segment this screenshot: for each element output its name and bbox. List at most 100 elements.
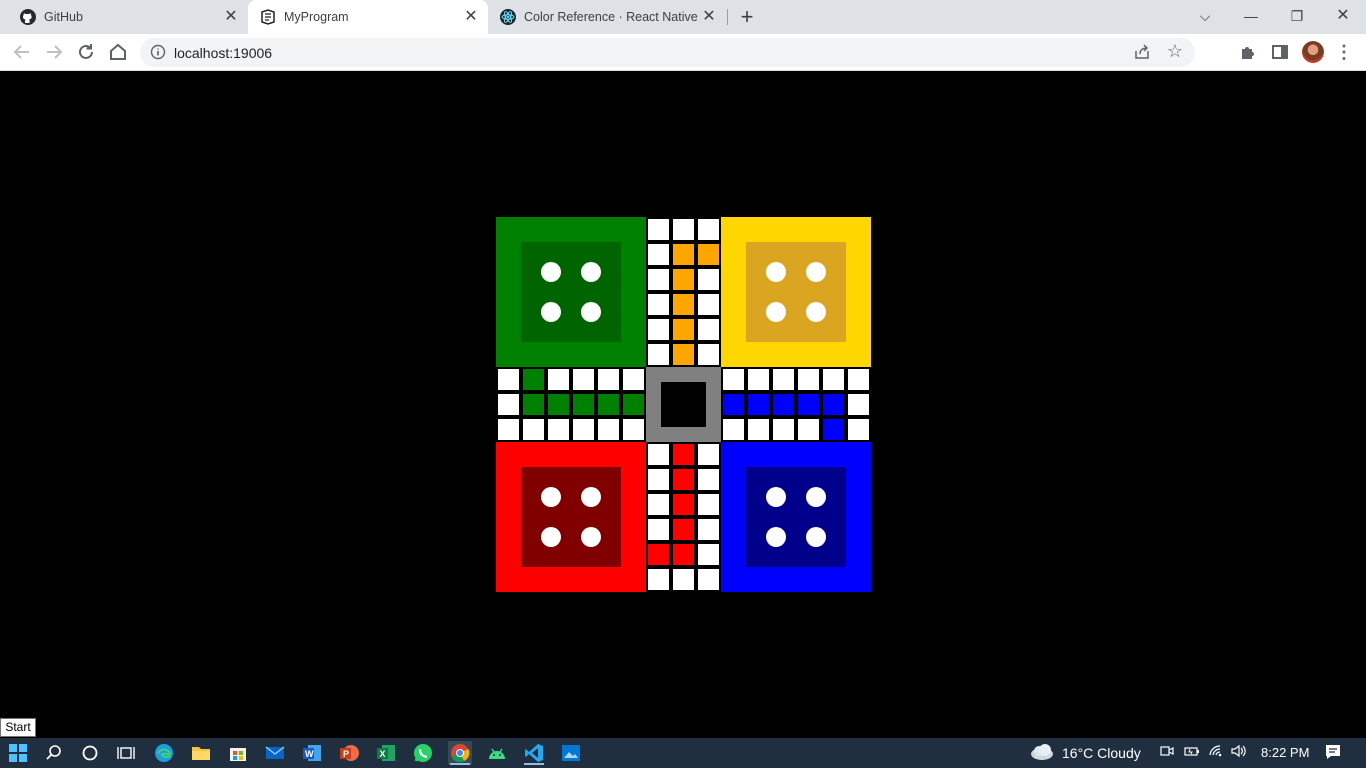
restore-button[interactable]: ❐: [1286, 5, 1308, 27]
close-tab-icon[interactable]: ✕: [462, 8, 480, 26]
excel-icon[interactable]: X: [374, 741, 398, 765]
token[interactable]: [581, 527, 601, 547]
board-cell[interactable]: [823, 394, 844, 415]
board-cell[interactable]: [623, 394, 644, 415]
board-cell[interactable]: [623, 419, 644, 440]
board-cell[interactable]: [773, 369, 794, 390]
token[interactable]: [766, 487, 786, 507]
file-explorer-icon[interactable]: [189, 741, 213, 765]
board-cell[interactable]: [798, 369, 819, 390]
token[interactable]: [541, 262, 561, 282]
powerpoint-icon[interactable]: P: [337, 741, 361, 765]
board-cell[interactable]: [698, 469, 719, 490]
board-cell[interactable]: [548, 419, 569, 440]
token[interactable]: [766, 262, 786, 282]
board-cell[interactable]: [523, 394, 544, 415]
volume-icon[interactable]: [1230, 744, 1248, 761]
wifi-icon[interactable]: [1208, 744, 1224, 761]
board-cell[interactable]: [648, 244, 669, 265]
edge-icon[interactable]: [152, 741, 176, 765]
board-cell[interactable]: [498, 369, 519, 390]
notification-center-icon[interactable]: [1324, 743, 1342, 764]
board-cell[interactable]: [673, 444, 694, 465]
board-cell[interactable]: [698, 519, 719, 540]
board-cell[interactable]: [573, 394, 594, 415]
token[interactable]: [766, 302, 786, 322]
board-cell[interactable]: [648, 269, 669, 290]
board-cell[interactable]: [698, 444, 719, 465]
reload-button[interactable]: [74, 40, 98, 64]
board-cell[interactable]: [823, 369, 844, 390]
board-cell[interactable]: [698, 294, 719, 315]
weather-text[interactable]: 16°C Cloudy: [1062, 745, 1141, 761]
cortana-icon[interactable]: [78, 741, 102, 765]
board-cell[interactable]: [648, 319, 669, 340]
board-cell[interactable]: [698, 219, 719, 240]
token[interactable]: [806, 527, 826, 547]
board-cell[interactable]: [698, 244, 719, 265]
microsoft-store-icon[interactable]: [226, 741, 250, 765]
board-cell[interactable]: [748, 369, 769, 390]
board-cell[interactable]: [523, 369, 544, 390]
board-cell[interactable]: [698, 544, 719, 565]
token[interactable]: [806, 302, 826, 322]
board-cell[interactable]: [573, 419, 594, 440]
board-cell[interactable]: [648, 294, 669, 315]
tab-color-reference[interactable]: Color Reference · React Native ✕: [488, 0, 728, 34]
search-icon[interactable]: [42, 741, 66, 765]
board-cell[interactable]: [723, 419, 744, 440]
share-icon[interactable]: [1133, 43, 1151, 61]
token[interactable]: [541, 487, 561, 507]
board-cell[interactable]: [648, 344, 669, 365]
board-cell[interactable]: [673, 319, 694, 340]
token[interactable]: [806, 487, 826, 507]
cloudy-weather-icon[interactable]: [1028, 742, 1056, 765]
board-cell[interactable]: [673, 569, 694, 590]
windows-start-icon[interactable]: [6, 741, 30, 765]
board-cell[interactable]: [673, 344, 694, 365]
board-cell[interactable]: [823, 419, 844, 440]
board-cell[interactable]: [523, 419, 544, 440]
token[interactable]: [541, 527, 561, 547]
board-cell[interactable]: [698, 344, 719, 365]
menu-button[interactable]: ⋮: [1332, 40, 1356, 64]
token[interactable]: [766, 527, 786, 547]
board-cell[interactable]: [648, 219, 669, 240]
board-cell[interactable]: [673, 544, 694, 565]
board-cell[interactable]: [698, 569, 719, 590]
board-cell[interactable]: [598, 394, 619, 415]
battery-icon[interactable]: [1184, 744, 1200, 761]
meet-now-icon[interactable]: [1160, 744, 1174, 761]
minimize-button[interactable]: —: [1240, 5, 1262, 27]
board-cell[interactable]: [648, 544, 669, 565]
board-cell[interactable]: [498, 394, 519, 415]
board-cell[interactable]: [848, 394, 869, 415]
extensions-button[interactable]: [1236, 40, 1260, 64]
forward-button[interactable]: [42, 40, 66, 64]
board-cell[interactable]: [673, 269, 694, 290]
board-cell[interactable]: [673, 469, 694, 490]
board-cell[interactable]: [498, 419, 519, 440]
profile-avatar[interactable]: [1302, 41, 1324, 63]
tab-search-icon[interactable]: ⌵: [1194, 5, 1216, 27]
board-cell[interactable]: [673, 219, 694, 240]
tab-myprogram[interactable]: MyProgram ✕: [248, 0, 488, 34]
address-bar[interactable]: localhost:19006 ☆: [140, 38, 1195, 67]
board-cell[interactable]: [598, 369, 619, 390]
whatsapp-icon[interactable]: [411, 741, 435, 765]
side-panel-button[interactable]: [1268, 40, 1292, 64]
board-cell[interactable]: [673, 494, 694, 515]
board-cell[interactable]: [548, 369, 569, 390]
board-cell[interactable]: [748, 394, 769, 415]
board-cell[interactable]: [573, 369, 594, 390]
board-cell[interactable]: [748, 419, 769, 440]
board-cell[interactable]: [698, 494, 719, 515]
board-cell[interactable]: [848, 369, 869, 390]
bookmark-star-icon[interactable]: ☆: [1167, 41, 1183, 62]
board-cell[interactable]: [798, 394, 819, 415]
token[interactable]: [581, 262, 601, 282]
task-view-icon[interactable]: [114, 741, 138, 765]
board-cell[interactable]: [698, 319, 719, 340]
board-cell[interactable]: [673, 519, 694, 540]
close-tab-icon[interactable]: ✕: [700, 8, 718, 26]
